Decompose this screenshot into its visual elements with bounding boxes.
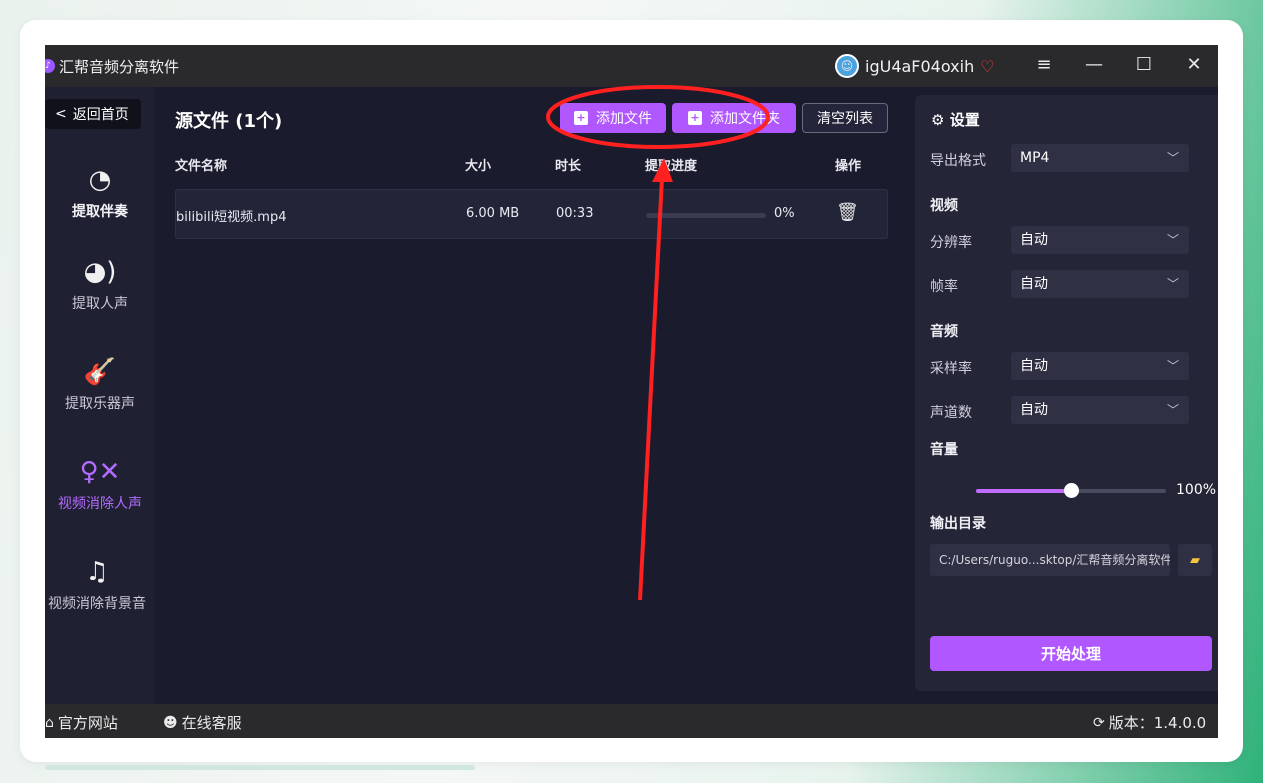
column-header-name: 文件名称 <box>175 159 228 174</box>
app-title: 汇帮音频分离软件 <box>59 57 180 76</box>
online-support-label: 在线客服 <box>181 714 242 732</box>
progress-bar <box>646 213 766 218</box>
trash-icon[interactable]: 🗑 <box>836 202 859 223</box>
volume-slider[interactable] <box>976 483 1166 498</box>
chevron-down-icon: ﹀ <box>1166 403 1179 417</box>
version-label: 版本：1.4.0.0 <box>1108 714 1207 732</box>
official-website-label: 官方网站 <box>57 714 118 732</box>
output-dir-label: 输出目录 <box>930 516 986 532</box>
channels-select[interactable]: 自动 ﹀ <box>1011 396 1189 424</box>
samplerate-select[interactable]: 自动 ﹀ <box>1011 352 1189 380</box>
sidebar-item-label: 视频消除背景音 <box>48 596 146 612</box>
sidebar-item-extract-accompaniment[interactable]: ◔ 提取伴奏 <box>45 163 155 221</box>
close-icon[interactable]: ✕ <box>1182 54 1206 75</box>
sidebar-item-label: 视频消除人声 <box>58 496 142 512</box>
settings-title-label: 设置 <box>949 111 980 129</box>
add-folder-label: 添加文件夹 <box>710 111 780 127</box>
column-header-action: 操作 <box>835 159 862 174</box>
official-website-link[interactable]: ⌂ 官方网站 <box>45 712 118 733</box>
chevron-down-icon: ﹀ <box>1166 277 1179 291</box>
sidebar-item-extract-vocals[interactable]: ◕) 提取人声 <box>45 255 155 313</box>
framerate-select[interactable]: 自动 ﹀ <box>1011 270 1189 298</box>
version-info: ⟳ 版本：1.4.0.0 <box>1093 712 1206 733</box>
volume-label: 音量 <box>930 442 958 458</box>
output-dir-field[interactable]: C:/Users/ruguo...sktop/汇帮音频分离软件 <box>930 544 1170 576</box>
framerate-value: 自动 <box>1020 276 1048 292</box>
sidebar-item-extract-instrument[interactable]: 🎸 提取乐器声 <box>45 355 155 413</box>
decorative-line <box>45 765 475 770</box>
add-file-icon: + <box>574 111 588 125</box>
chevron-down-icon: ﹀ <box>1166 233 1179 247</box>
minimize-icon[interactable]: — <box>1082 54 1106 75</box>
settings-title: ⚙ 设置 <box>931 109 980 130</box>
back-home-button[interactable]: < 返回首页 <box>45 99 141 129</box>
start-processing-button[interactable]: 开始处理 <box>930 636 1212 671</box>
username[interactable]: igU4aF04oxih <box>865 57 974 76</box>
home-icon: ⌂ <box>45 714 54 731</box>
app-logo-icon: ♪ <box>45 59 55 73</box>
settings-panel: ⚙ 设置 导出格式 MP4 ﹀ 视频 分辨率 自动 ﹀ 帧率 自动 ﹀ 音频 采… <box>915 95 1218 691</box>
mute-music-icon: ♫ <box>85 557 109 587</box>
online-support-link[interactable]: ☻ 在线客服 <box>163 712 242 733</box>
column-header-size: 大小 <box>465 159 492 174</box>
file-name: bilibili短视频.mp4 <box>176 210 287 225</box>
gear-icon: ⚙ <box>931 111 945 129</box>
column-header-progress: 提取进度 <box>645 159 698 174</box>
progress-text: 0% <box>774 206 795 221</box>
export-format-value: MP4 <box>1020 150 1050 166</box>
avatar[interactable]: ☺ <box>835 54 859 78</box>
user-area[interactable]: ☺ igU4aF04oxih ♡ <box>835 54 995 78</box>
folder-icon[interactable]: ▰ <box>1178 544 1212 576</box>
export-format-select[interactable]: MP4 ﹀ <box>1011 144 1189 172</box>
sidebar-item-video-remove-vocals[interactable]: ♀✕ 视频消除人声 <box>45 455 155 513</box>
vip-heart-icon[interactable]: ♡ <box>980 57 994 76</box>
column-header-duration: 时长 <box>555 159 582 174</box>
add-file-label: 添加文件 <box>596 111 652 127</box>
file-duration: 00:33 <box>556 206 594 221</box>
table-row[interactable]: bilibili短视频.mp4 6.00 MB 00:33 0% 🗑 <box>175 189 888 239</box>
resolution-label: 分辨率 <box>930 235 972 251</box>
volume-slider-fill <box>976 489 1071 493</box>
samplerate-label: 采样率 <box>930 361 972 377</box>
video-section-title: 视频 <box>930 198 958 214</box>
app-window: ♪ 汇帮音频分离软件 ☺ igU4aF04oxih ♡ ≡ — ☐ ✕ < 返回… <box>45 45 1218 738</box>
samplerate-value: 自动 <box>1020 358 1048 374</box>
page-title: 源文件 (1个) <box>175 111 283 132</box>
volume-value: 100% <box>1176 482 1217 498</box>
add-folder-button[interactable]: + 添加文件夹 <box>672 103 796 133</box>
file-size: 6.00 MB <box>466 206 520 221</box>
maximize-icon[interactable]: ☐ <box>1132 54 1156 75</box>
refresh-icon: ⟳ <box>1093 714 1105 731</box>
add-folder-icon: + <box>688 111 702 125</box>
support-agent-icon: ☻ <box>163 714 178 731</box>
main-panel: 源文件 (1个) + 添加文件 + 添加文件夹 清空列表 文件名称 大小 时长 … <box>155 87 910 704</box>
sidebar: < 返回首页 ◔ 提取伴奏 ◕) 提取人声 🎸 提取乐器声 ♀✕ 视频消除人声 … <box>45 87 155 704</box>
sidebar-item-label: 提取乐器声 <box>65 396 135 412</box>
remove-person-icon: ♀✕ <box>79 457 121 487</box>
framerate-label: 帧率 <box>930 279 958 295</box>
volume-slider-thumb[interactable] <box>1064 483 1079 498</box>
menu-icon[interactable]: ≡ <box>1032 54 1056 75</box>
guitar-icon: 🎸 <box>83 357 117 387</box>
sidebar-item-label: 提取人声 <box>72 296 128 312</box>
music-note-icon: ◔ <box>88 165 112 195</box>
chevron-left-icon: < <box>55 106 67 122</box>
clear-list-button[interactable]: 清空列表 <box>802 103 888 133</box>
export-format-label: 导出格式 <box>930 153 986 169</box>
chevron-down-icon: ﹀ <box>1166 151 1179 165</box>
voice-icon: ◕) <box>83 257 117 287</box>
resolution-select[interactable]: 自动 ﹀ <box>1011 226 1189 254</box>
add-file-button[interactable]: + 添加文件 <box>560 103 666 133</box>
sidebar-item-label: 提取伴奏 <box>72 204 128 220</box>
channels-value: 自动 <box>1020 402 1048 418</box>
audio-section-title: 音频 <box>930 324 958 340</box>
back-home-label: 返回首页 <box>72 107 129 123</box>
chevron-down-icon: ﹀ <box>1166 359 1179 373</box>
footer-bar: ⌂ 官方网站 ☻ 在线客服 ⟳ 版本：1.4.0.0 <box>45 704 1218 738</box>
channels-label: 声道数 <box>930 405 972 421</box>
resolution-value: 自动 <box>1020 232 1048 248</box>
clear-list-label: 清空列表 <box>817 111 873 127</box>
title-bar: ♪ 汇帮音频分离软件 ☺ igU4aF04oxih ♡ ≡ — ☐ ✕ <box>45 45 1218 87</box>
sidebar-item-video-remove-bgm[interactable]: ♫ 视频消除背景音 <box>45 555 155 613</box>
